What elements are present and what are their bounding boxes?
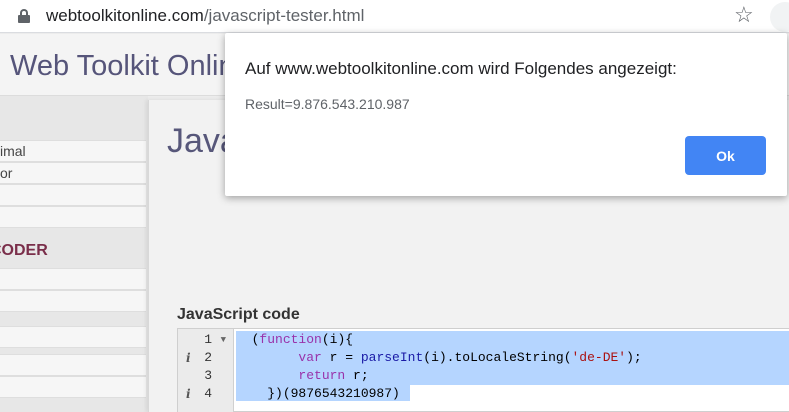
code-line[interactable]: (function(i){ <box>236 331 789 349</box>
code-token: var <box>298 350 322 365</box>
line-number: i2 <box>186 350 212 365</box>
profile-avatar[interactable] <box>770 2 789 32</box>
address-bar[interactable]: webtoolkitonline.com/javascript-tester.h… <box>0 0 789 33</box>
sidebar-item[interactable] <box>0 290 146 312</box>
code-token: (i){ <box>321 332 354 347</box>
sidebar-item[interactable] <box>0 184 146 206</box>
sidebar-item[interactable] <box>0 268 146 290</box>
sidebar-item-label: imal <box>0 143 26 159</box>
sidebar-item[interactable] <box>0 354 146 376</box>
info-icon: i <box>186 387 191 401</box>
sidebar-item[interactable]: or <box>0 162 146 184</box>
url-path: /javascript-tester.html <box>203 6 365 25</box>
code-token: })(9876543210987) <box>267 386 400 401</box>
code-token: ); <box>626 350 642 365</box>
code-token: return <box>298 368 346 383</box>
code-token: r = <box>321 350 361 365</box>
fold-arrow-icon[interactable]: ▼ <box>221 331 226 349</box>
line-number: 1 ▼ <box>204 331 226 349</box>
ok-button[interactable]: Ok <box>685 136 766 175</box>
info-icon: i <box>186 351 191 365</box>
url-domain: webtoolkitonline.com <box>46 6 204 25</box>
code-token: (i).toLocaleString( <box>423 350 572 365</box>
line-number: i4 <box>186 386 212 401</box>
code-text[interactable]: (function(i){ var r = parseInt(i).toLoca… <box>236 331 789 403</box>
dialog-message: Result=9.876.543.210.987 <box>245 96 410 112</box>
sidebar-item[interactable] <box>0 376 146 398</box>
site-title[interactable]: Web Toolkit Onlin <box>10 50 235 83</box>
lock-icon[interactable] <box>18 9 30 23</box>
alert-dialog: Auf www.webtoolkitonline.com wird Folgen… <box>225 33 787 196</box>
code-token: function <box>259 332 322 347</box>
sidebar-heading: CODER <box>0 242 48 259</box>
sidebar-item[interactable]: imal <box>0 140 146 162</box>
code-line[interactable]: })(9876543210987) <box>236 385 789 403</box>
url-text[interactable]: webtoolkitonline.com/javascript-tester.h… <box>46 6 364 26</box>
code-line[interactable]: return r; <box>236 367 789 385</box>
code-line[interactable]: var r = parseInt(i).toLocaleString('de-D… <box>236 349 789 367</box>
code-token: 'de-DE' <box>571 350 627 365</box>
code-token: parseInt <box>360 350 424 365</box>
sidebar-item-label: or <box>0 165 13 181</box>
code-label: JavaScript code <box>177 306 300 323</box>
sidebar-item[interactable] <box>0 206 146 228</box>
code-token: r; <box>345 368 369 383</box>
dialog-title: Auf www.webtoolkitonline.com wird Folgen… <box>245 59 677 78</box>
line-number: 3 <box>204 368 212 383</box>
sidebar: imal or CODER <box>0 96 148 412</box>
star-icon[interactable]: ☆ <box>734 3 754 27</box>
code-editor[interactable]: 1 ▼ i2 3 i4 (function(i){ var r = parseIn… <box>177 328 789 412</box>
sidebar-item[interactable] <box>0 326 146 348</box>
editor-gutter: 1 ▼ i2 3 i4 <box>178 329 234 412</box>
